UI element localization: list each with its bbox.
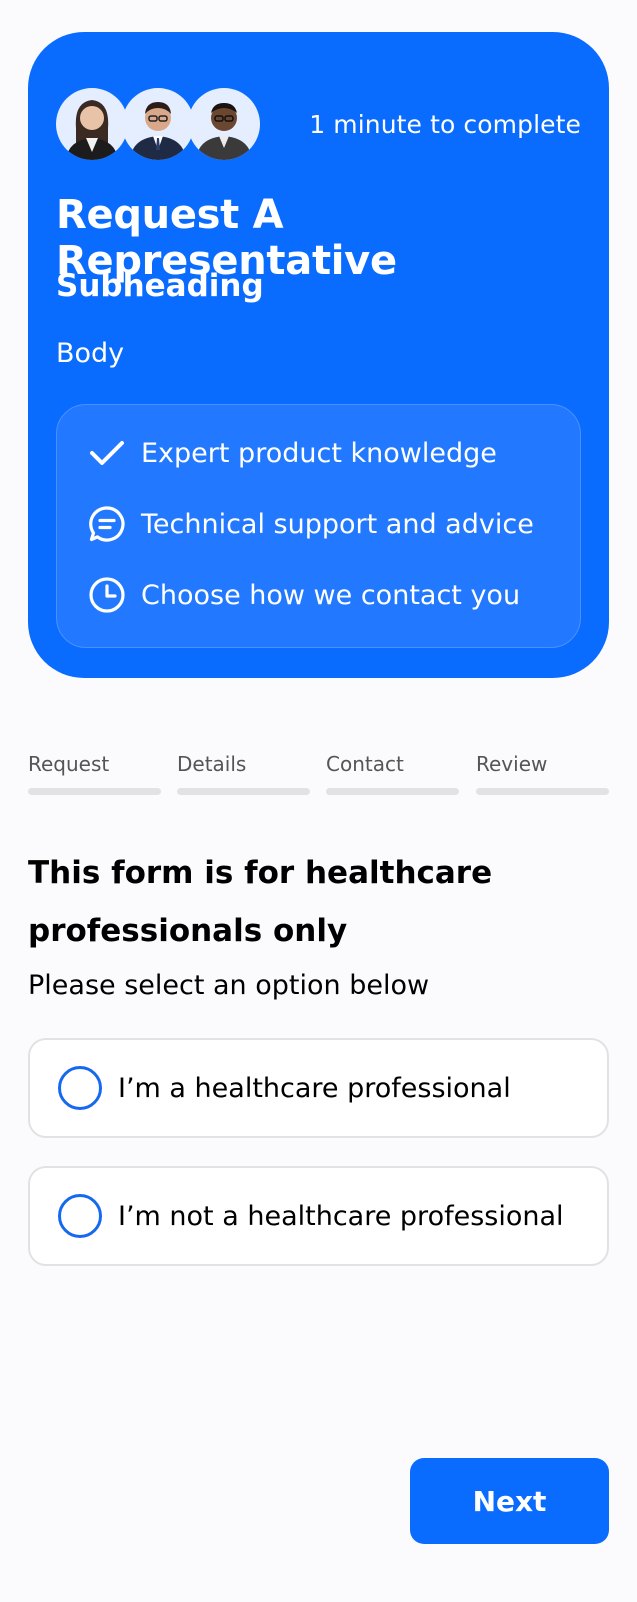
- step-progress-bar: [326, 788, 459, 795]
- option-label: I’m a healthcare professional: [118, 1072, 511, 1104]
- avatar: [122, 88, 194, 160]
- feature-item: Technical support and advice: [87, 504, 534, 544]
- radio-button[interactable]: [58, 1194, 102, 1238]
- chat-icon: [87, 504, 127, 544]
- avatar: [56, 88, 128, 160]
- step-progress-bar: [28, 788, 161, 795]
- feature-list: Expert product knowledge Technical suppo…: [56, 404, 581, 648]
- option-not-healthcare-professional[interactable]: I’m not a healthcare professional: [28, 1166, 609, 1266]
- step-request[interactable]: Request: [28, 752, 161, 795]
- step-progress-bar: [476, 788, 609, 795]
- feature-label: Technical support and advice: [141, 508, 534, 540]
- step-label: Request: [28, 752, 110, 776]
- step-label: Details: [177, 752, 247, 776]
- question-instruction: Please select an option below: [28, 970, 430, 1001]
- clock-icon: [87, 575, 127, 615]
- option-healthcare-professional[interactable]: I’m a healthcare professional: [28, 1038, 609, 1138]
- step-review[interactable]: Review: [476, 752, 609, 795]
- step-progress-bar: [177, 788, 310, 795]
- body-text: Body: [56, 338, 125, 369]
- avatar: [188, 88, 260, 160]
- time-to-complete: 1 minute to complete: [309, 110, 581, 139]
- step-contact[interactable]: Contact: [326, 752, 459, 795]
- feature-item: Expert product knowledge: [87, 433, 497, 473]
- question-title: This form is for healthcare professional…: [28, 855, 493, 949]
- radio-button[interactable]: [58, 1066, 102, 1110]
- request-representative-card: 1 minute to complete Request A Represent…: [28, 32, 609, 678]
- representative-avatars: [56, 88, 276, 160]
- step-details[interactable]: Details: [177, 752, 310, 795]
- step-label: Contact: [326, 752, 404, 776]
- option-label: I’m not a healthcare professional: [118, 1200, 564, 1232]
- subheading: Subheading: [56, 268, 264, 304]
- progress-steps: Request Details Contact Review: [28, 752, 609, 795]
- next-button[interactable]: Next: [410, 1458, 609, 1544]
- feature-label: Expert product knowledge: [141, 437, 497, 469]
- step-label: Review: [476, 752, 548, 776]
- check-icon: [87, 433, 127, 473]
- feature-item: Choose how we contact you: [87, 575, 520, 615]
- feature-label: Choose how we contact you: [141, 579, 521, 611]
